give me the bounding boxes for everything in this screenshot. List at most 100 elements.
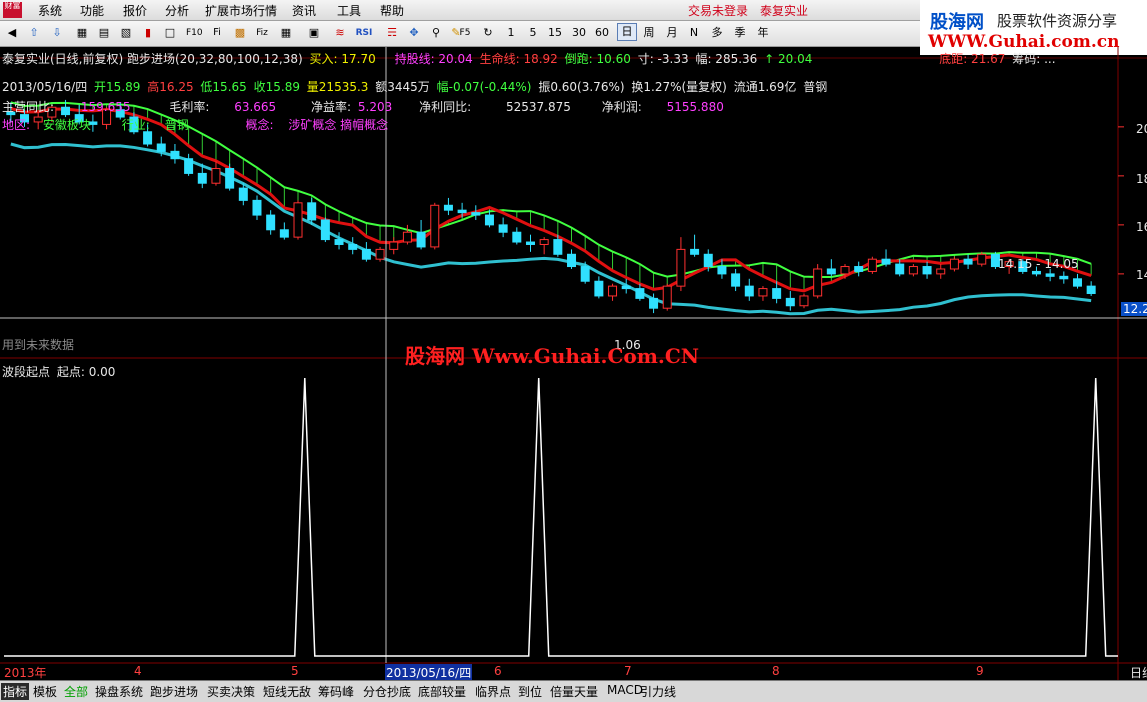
net-profit-growth-label: 净利同比: [419, 100, 472, 114]
tab-split-bottom[interactable]: 分仓抄底 [363, 683, 411, 700]
candle-body [389, 241, 399, 250]
bars-icon[interactable]: ▮ [140, 24, 156, 42]
chart-icon[interactable]: □ [162, 24, 178, 42]
period-15min[interactable]: 15 [546, 24, 564, 42]
candle-body [717, 266, 727, 275]
candle-body [1086, 285, 1096, 294]
login-status[interactable]: 交易未登录 [688, 2, 748, 19]
run-line: 倒跑: 10.60 [564, 52, 631, 66]
menu-item-analysis[interactable]: 分析 [165, 2, 189, 19]
gross-margin-value: 63.665 [234, 100, 277, 114]
fi-icon[interactable]: Fi [209, 24, 225, 42]
candle-body [498, 224, 508, 233]
menu-item-quote[interactable]: 报价 [123, 2, 147, 19]
future-data-note: 用到未来数据 [2, 338, 75, 352]
subchart-signal-line [4, 377, 1118, 657]
period-30min[interactable]: 30 [570, 24, 588, 42]
crosshair-icon[interactable]: ✥ [406, 24, 422, 42]
watermark: 股海网 Www.Guhai.Com.CN [405, 344, 700, 368]
list-icon[interactable]: ▤ [96, 24, 112, 42]
axis-tick-16: 16 [1136, 220, 1147, 234]
net-profit-value: 5155.880 [666, 100, 724, 114]
tab-double-volume[interactable]: 倍量天量 [550, 683, 598, 700]
candle-body [320, 219, 330, 241]
tab-indicator[interactable]: 指标 [1, 683, 30, 700]
up-icon[interactable]: ⇧ [26, 24, 42, 42]
zoom-icon[interactable]: ⚲ [428, 24, 444, 42]
candle-body [895, 263, 905, 275]
candle-body [621, 285, 631, 290]
tab-bottom-contest[interactable]: 底部较量 [418, 683, 466, 700]
industry-label: 行业: [121, 118, 150, 132]
period-n[interactable]: N [685, 24, 703, 42]
roe-label: 净益率: [311, 100, 352, 114]
tab-all[interactable]: 全部 [64, 683, 88, 700]
subchart-name: 波段起点 [2, 365, 51, 379]
bar-volume: 量21535.3 [306, 80, 369, 94]
period-quarter[interactable]: 季 [731, 24, 749, 42]
f5-icon[interactable]: F5 [457, 24, 473, 42]
period-1min[interactable]: 1 [502, 24, 520, 42]
candle-body [922, 266, 932, 275]
candle-body [813, 268, 823, 297]
candle-body [936, 268, 946, 275]
tab-macd[interactable]: MACD [607, 683, 643, 697]
period-day[interactable]: 日 [617, 23, 637, 41]
tab-chip-peak[interactable]: 筹码峰 [318, 683, 354, 700]
tab-trading-system[interactable]: 操盘系统 [95, 683, 143, 700]
period-month[interactable]: 月 [663, 24, 681, 42]
candle-body [197, 172, 207, 184]
revenue-label: 主营同比: [2, 100, 55, 114]
candle-body [266, 214, 276, 231]
report-icon[interactable]: ▩ [232, 24, 248, 42]
industry-value: 普钢 [164, 118, 189, 132]
f10-icon[interactable]: F10 [186, 24, 203, 42]
period-year[interactable]: 年 [754, 24, 772, 42]
candle-body [799, 295, 809, 307]
bar-turnover: 换1.27%(量复权) [631, 80, 727, 94]
menu-item-extended-market[interactable]: 扩展市场行情 [205, 2, 277, 19]
tab-gravity-line[interactable]: 引力线 [640, 683, 676, 700]
banner-slogan: 股票软件资源分享 [997, 12, 1118, 30]
period-60min[interactable]: 60 [593, 24, 611, 42]
life-line [10, 142, 1092, 316]
trend-icon[interactable]: ☴ [384, 24, 400, 42]
candle-body [854, 266, 864, 272]
menu-item-system[interactable]: 系统 [38, 2, 62, 19]
f2-icon[interactable]: ▦ [278, 24, 294, 42]
candle-body [676, 248, 686, 287]
candle-body [525, 241, 535, 245]
candle-body [184, 158, 194, 174]
back-icon[interactable]: ◀ [4, 24, 20, 42]
screen-icon[interactable]: ▣ [306, 24, 322, 42]
tab-critical-point[interactable]: 临界点 [475, 683, 511, 700]
refresh-icon[interactable]: ↻ [480, 24, 496, 42]
tab-short-term[interactable]: 短线无敌 [263, 683, 311, 700]
fiz-icon[interactable]: Fiz [254, 24, 270, 42]
period-5min[interactable]: 5 [524, 24, 542, 42]
period-multi[interactable]: 多 [708, 24, 726, 42]
stock-name-label: 泰复实业 [760, 4, 809, 18]
tab-in-place[interactable]: 到位 [518, 683, 542, 700]
region-label: 地区: [2, 118, 31, 132]
menu-item-tools[interactable]: 工具 [337, 2, 361, 19]
table-icon[interactable]: ▧ [118, 24, 134, 42]
tab-buy-sell[interactable]: 买卖决策 [207, 683, 255, 700]
menu-item-news[interactable]: 资讯 [292, 2, 316, 19]
menu-item-function[interactable]: 功能 [80, 2, 104, 19]
concept-value: 涉矿概念 摘帽概念 [288, 118, 389, 132]
app-logo-icon[interactable]: 财富 [3, 2, 22, 18]
menu-item-help[interactable]: 帮助 [380, 2, 404, 19]
candle-body [608, 285, 618, 297]
grid-icon[interactable]: ▦ [74, 24, 90, 42]
down-icon[interactable]: ⇩ [49, 24, 65, 42]
tab-run-entry[interactable]: 跑步进场 [150, 683, 198, 700]
candle-body [1045, 273, 1055, 277]
candle-body [1031, 270, 1041, 275]
period-week[interactable]: 周 [640, 24, 658, 42]
rsi-icon[interactable]: RSI [354, 24, 374, 42]
candle-body [580, 266, 590, 282]
tab-template[interactable]: 模板 [33, 683, 57, 700]
indicator-icon[interactable]: ≋ [332, 24, 348, 42]
candle-body [594, 280, 604, 297]
